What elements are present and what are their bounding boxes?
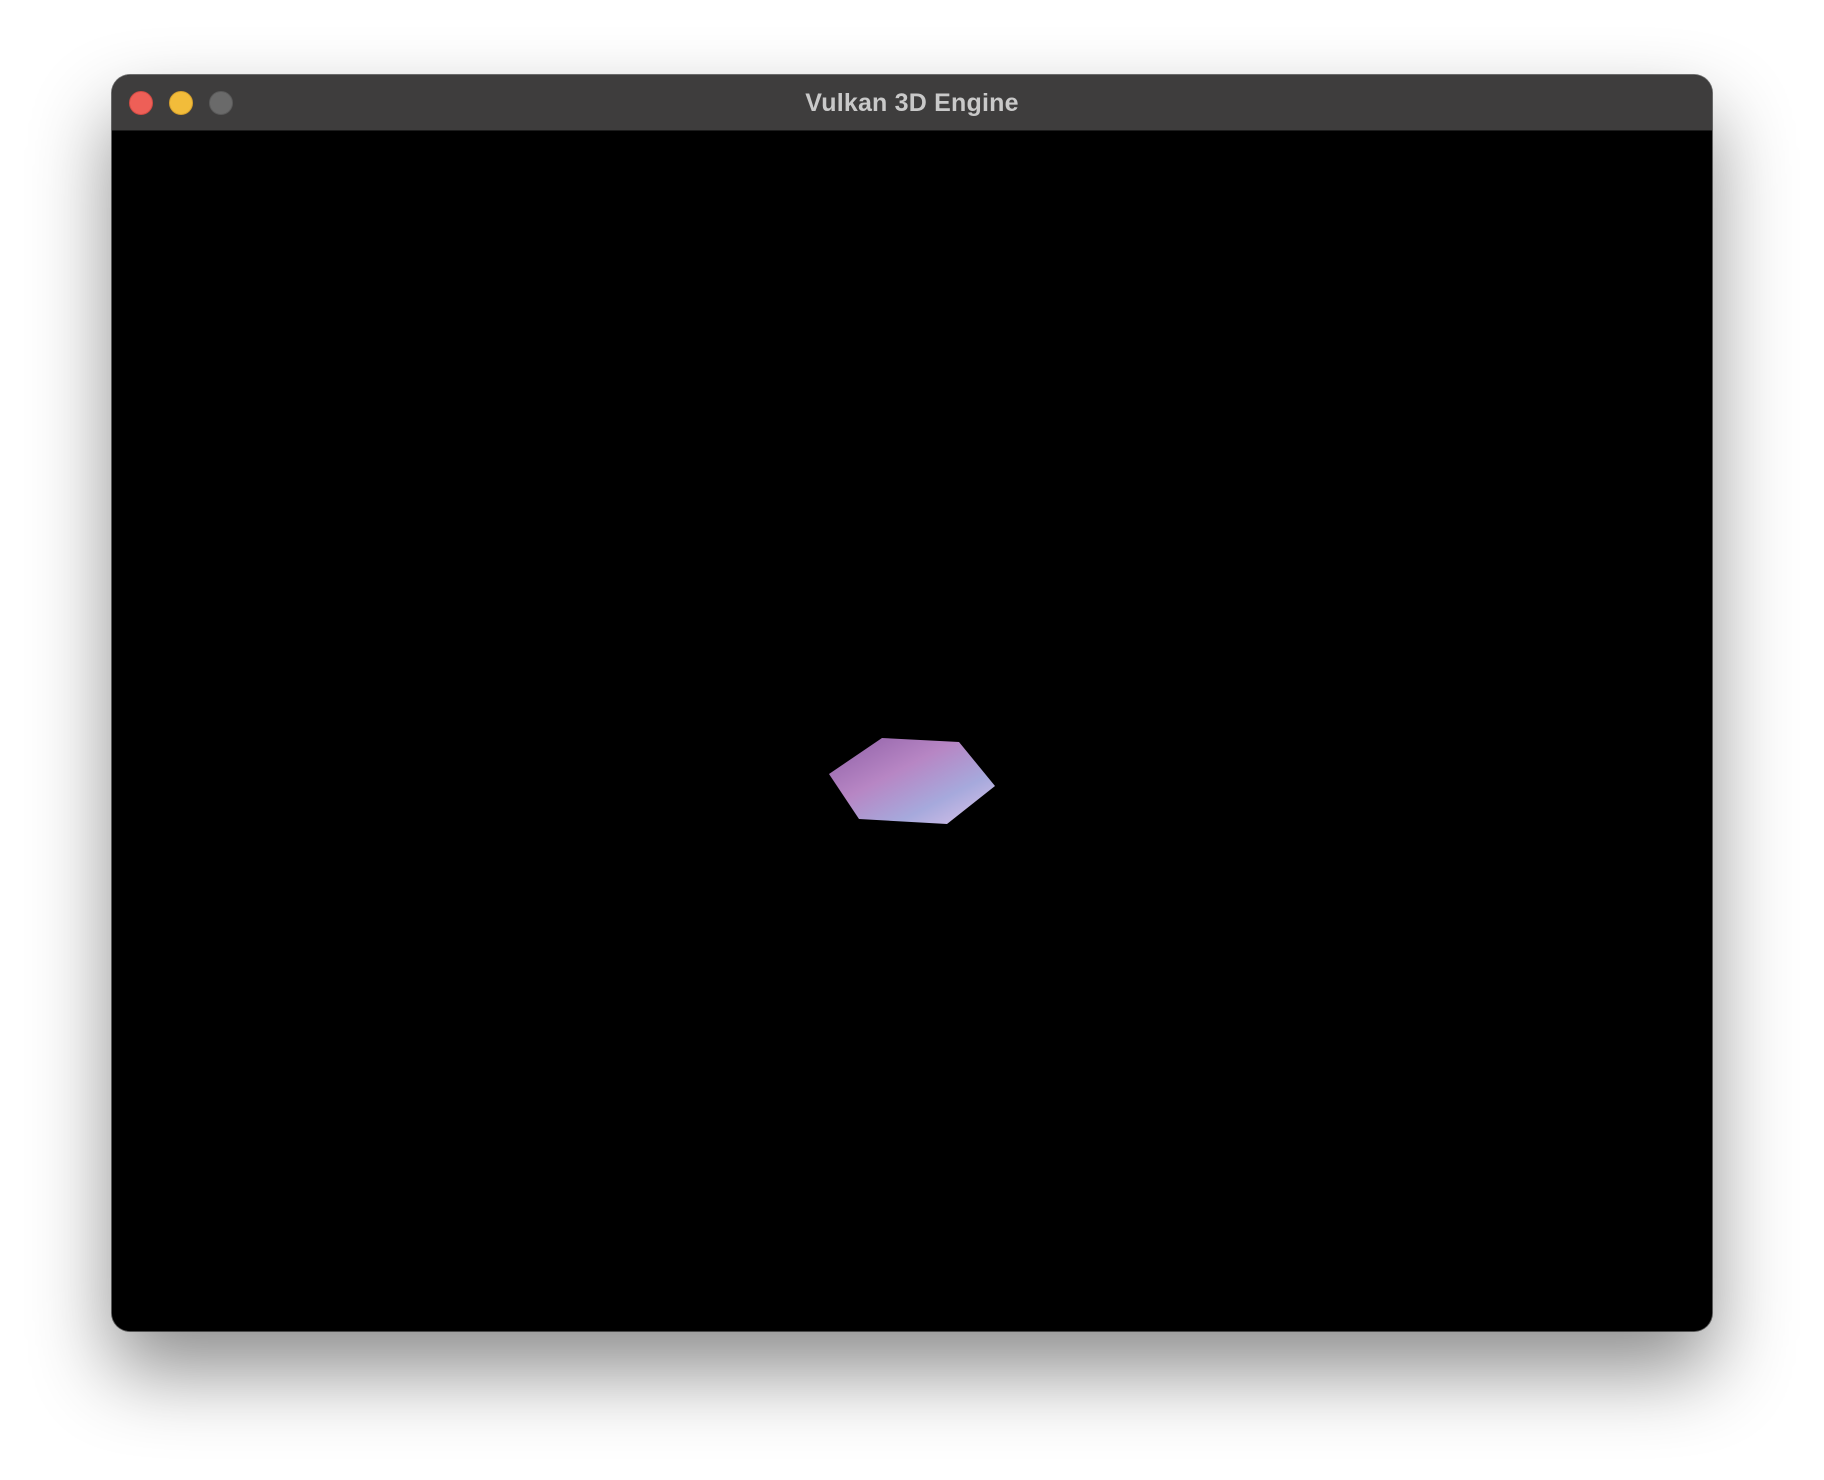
window-title: Vulkan 3D Engine xyxy=(805,89,1019,117)
render-canvas xyxy=(829,738,995,824)
hexagon-mesh xyxy=(829,738,995,824)
app-window[interactable]: Vulkan 3D Engine xyxy=(112,75,1712,1331)
render-viewport[interactable] xyxy=(112,131,1712,1331)
title-bar[interactable]: Vulkan 3D Engine xyxy=(112,75,1712,131)
desktop-backdrop: Vulkan 3D Engine xyxy=(0,0,1824,1480)
